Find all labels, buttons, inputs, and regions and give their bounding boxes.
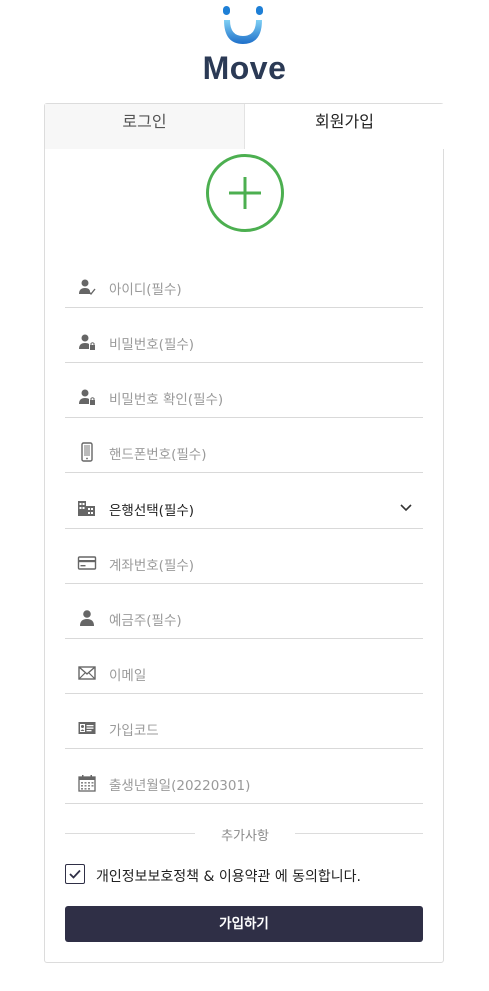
user-id-field[interactable]: 아이디(필수)	[65, 253, 423, 308]
bank-select[interactable]: 은행선택(필수)	[65, 474, 423, 529]
divider-line-left	[65, 833, 195, 834]
plus-icon	[229, 177, 261, 209]
email-field[interactable]: 이메일	[65, 639, 423, 694]
building-icon	[77, 498, 97, 518]
logo-icon	[223, 6, 263, 44]
divider-line-right	[295, 833, 423, 834]
password-confirm-placeholder: 비밀번호 확인(필수)	[109, 392, 224, 408]
user-lock-icon	[77, 332, 97, 352]
brand-header: Move	[0, 0, 489, 90]
password-placeholder: 비밀번호(필수)	[109, 337, 195, 353]
account-holder-placeholder: 예금주(필수)	[109, 613, 182, 629]
brand-name: Move	[202, 50, 287, 86]
email-placeholder: 이메일	[109, 668, 147, 684]
envelope-icon	[77, 663, 97, 683]
credit-card-icon	[77, 553, 97, 573]
account-number-field[interactable]: 계좌번호(필수)	[65, 529, 423, 584]
signup-code-placeholder: 가입코드	[109, 723, 159, 739]
tab-bar: 로그인 회원가입	[45, 104, 444, 149]
password-confirm-field[interactable]: 비밀번호 확인(필수)	[65, 363, 423, 418]
avatar-upload-button[interactable]	[206, 154, 284, 232]
agreement-checkbox[interactable]	[65, 864, 85, 884]
user-check-icon	[77, 277, 97, 297]
agreement-label: 개인정보보호정책 & 이용약관 에 동의합니다.	[96, 869, 362, 885]
tab-signup[interactable]: 회원가입	[244, 104, 444, 149]
calendar-icon	[77, 773, 97, 793]
chevron-down-icon	[399, 500, 413, 514]
id-card-icon	[77, 718, 97, 738]
smartphone-icon	[77, 442, 97, 462]
account-number-placeholder: 계좌번호(필수)	[109, 558, 195, 574]
bank-select-value: 은행선택(필수)	[109, 503, 195, 519]
checkmark-icon	[69, 869, 81, 879]
signup-card: 로그인 회원가입 아이디(필수) 비밀번호(필수) 비밀번호 확인(필수) 핸드…	[44, 103, 444, 963]
birthdate-field[interactable]: 출생년월일(20220301)	[65, 749, 423, 804]
account-holder-field[interactable]: 예금주(필수)	[65, 584, 423, 639]
user-icon	[77, 608, 97, 628]
phone-placeholder: 핸드폰번호(필수)	[109, 447, 207, 463]
extra-section-label: 추가사항	[221, 829, 269, 844]
tab-login[interactable]: 로그인	[45, 104, 244, 149]
user-id-placeholder: 아이디(필수)	[109, 282, 182, 298]
signup-submit-button[interactable]: 가입하기	[65, 906, 423, 942]
password-field[interactable]: 비밀번호(필수)	[65, 308, 423, 363]
phone-field[interactable]: 핸드폰번호(필수)	[65, 418, 423, 473]
signup-code-field[interactable]: 가입코드	[65, 694, 423, 749]
user-lock-icon	[77, 387, 97, 407]
birthdate-placeholder: 출생년월일(20220301)	[109, 778, 251, 794]
extra-section-divider: 추가사항	[65, 823, 423, 844]
agreement-row[interactable]: 개인정보보호정책 & 이용약관 에 동의합니다.	[65, 864, 423, 888]
